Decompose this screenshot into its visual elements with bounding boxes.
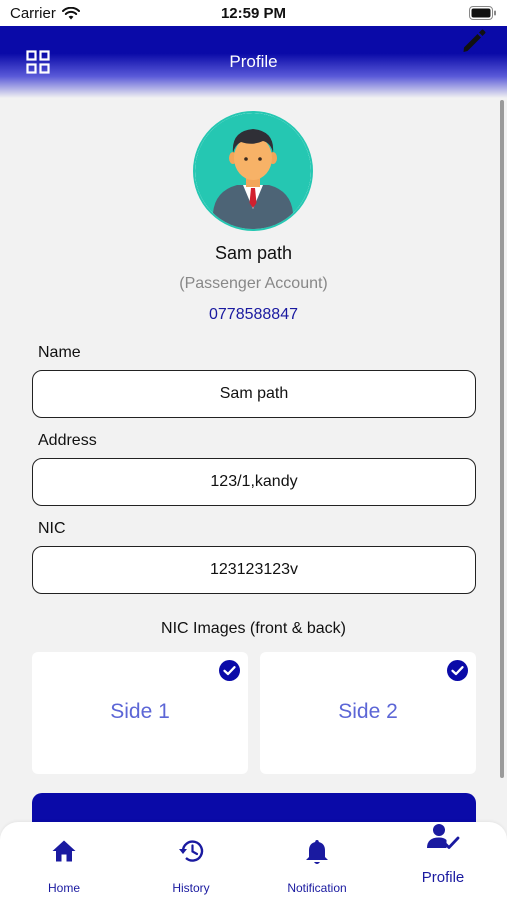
- check-circle-icon: [447, 660, 468, 681]
- address-label: Address: [38, 432, 97, 449]
- scrollbar[interactable]: [500, 100, 504, 778]
- account-type: (Passenger Account): [179, 275, 328, 292]
- page-title: Profile: [229, 52, 278, 71]
- battery-icon: [469, 6, 496, 20]
- avatar[interactable]: [193, 111, 313, 231]
- pencil-icon[interactable]: [461, 28, 487, 54]
- status-time: 12:59 PM: [220, 5, 287, 22]
- side1-label: Side 1: [110, 700, 170, 723]
- name-label: Name: [38, 344, 81, 361]
- side2-label: Side 2: [338, 700, 398, 723]
- status-bar: Carrier 12:59 PM: [0, 0, 507, 26]
- tab-profile[interactable]: Profile: [393, 822, 493, 900]
- tab-home-label: Home: [47, 881, 80, 895]
- address-field[interactable]: [32, 458, 476, 506]
- bottom-tab-bar: Home History Notification Profile: [0, 822, 507, 900]
- businessman-avatar-icon: [195, 113, 311, 229]
- tab-notification-label: Notification: [287, 881, 347, 895]
- check-circle-icon: [219, 660, 240, 681]
- home-icon: [52, 840, 76, 862]
- user-check-icon: [427, 824, 460, 849]
- tab-home[interactable]: Home: [14, 822, 114, 900]
- nic-field[interactable]: [32, 546, 476, 594]
- tab-history-label: History: [172, 881, 210, 895]
- phone-number: 0778588847: [209, 306, 298, 323]
- tab-history[interactable]: History: [141, 822, 241, 900]
- profile-name: Sam path: [214, 243, 293, 263]
- app-header: Profile: [0, 26, 507, 98]
- tab-profile-label: Profile: [421, 869, 465, 886]
- history-icon: [179, 840, 204, 862]
- nic-label: NIC: [38, 520, 66, 537]
- bell-icon: [306, 840, 328, 864]
- tab-notification[interactable]: Notification: [267, 822, 367, 900]
- name-field[interactable]: [32, 370, 476, 418]
- nic-images-title: NIC Images (front & back): [161, 620, 346, 637]
- nic-side1-card[interactable]: Side 1: [32, 652, 248, 774]
- nic-side2-card[interactable]: Side 2: [260, 652, 476, 774]
